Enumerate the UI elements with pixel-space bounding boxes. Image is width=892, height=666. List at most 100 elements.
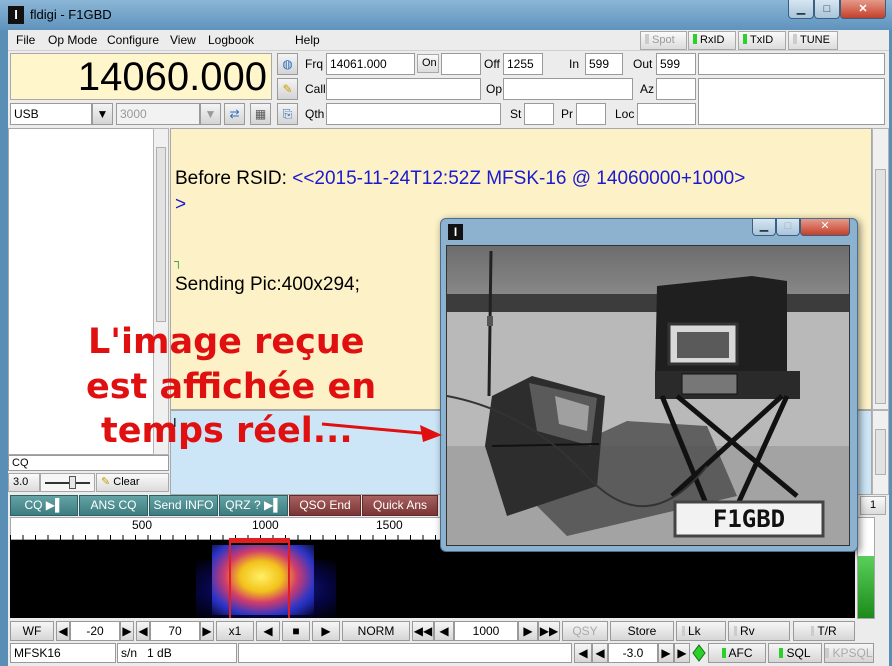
off-label[interactable]: Off bbox=[484, 57, 500, 71]
macro-ans-cq-button[interactable]: ANS CQ ▶▌ bbox=[79, 495, 148, 531]
on-button[interactable]: On bbox=[417, 54, 439, 73]
scroll-thumb[interactable] bbox=[156, 147, 166, 322]
loc-field[interactable] bbox=[637, 103, 696, 125]
close-button[interactable]: ✕ bbox=[840, 0, 886, 19]
wf-mode-button[interactable]: WF bbox=[10, 621, 54, 641]
receive-scrollbar[interactable] bbox=[872, 128, 889, 410]
frequency-display[interactable]: 14060.000 bbox=[10, 53, 272, 100]
swap-icon[interactable]: ⇄ bbox=[224, 103, 245, 125]
wf-range-decrease[interactable]: ◀ bbox=[136, 621, 150, 641]
mode-dropdown-button[interactable]: ▼ bbox=[92, 103, 113, 125]
az-field[interactable] bbox=[656, 78, 696, 100]
bandwidth-dropdown-button[interactable]: ▼ bbox=[200, 103, 221, 125]
tune-led bbox=[793, 34, 797, 44]
call-field[interactable] bbox=[326, 78, 481, 100]
title-bar[interactable] bbox=[0, 0, 892, 30]
squelch-slider[interactable] bbox=[40, 473, 95, 492]
carrier-fast-up[interactable]: ▶▶ bbox=[538, 621, 560, 641]
stop-button[interactable]: ■ bbox=[282, 621, 310, 641]
sql-toggle[interactable]: SQL bbox=[768, 643, 822, 663]
qsy-button[interactable]: QSY bbox=[562, 621, 608, 641]
picture-maximize-button[interactable]: □ bbox=[776, 219, 800, 236]
annotation-line-1: L'image reçue bbox=[88, 322, 365, 362]
maximize-button[interactable]: □ bbox=[814, 0, 840, 19]
carrier-fast-down[interactable]: ◀◀ bbox=[412, 621, 434, 641]
menu-configure[interactable]: Configure bbox=[107, 33, 159, 47]
rst-in-field[interactable]: 599 bbox=[585, 53, 623, 75]
afc-toggle[interactable]: AFC bbox=[708, 643, 766, 663]
imd-field[interactable]: -3.0 bbox=[608, 643, 658, 663]
st-field[interactable] bbox=[524, 103, 554, 125]
carrier-down[interactable]: ◀ bbox=[434, 621, 454, 641]
scroll-right-button[interactable]: ▶ bbox=[312, 621, 340, 641]
minimize-button[interactable]: ▁ bbox=[788, 0, 814, 19]
carrier-field[interactable]: 1000 bbox=[454, 621, 518, 641]
scroll-thumb[interactable] bbox=[875, 429, 886, 475]
txid-led bbox=[743, 34, 747, 44]
picture-minimize-button[interactable]: ▁ bbox=[752, 219, 776, 236]
browser-search-field[interactable]: CQ bbox=[8, 455, 169, 471]
memory-icon[interactable]: ▦ bbox=[250, 103, 271, 125]
menu-file[interactable]: File bbox=[16, 33, 35, 47]
bandwidth-select[interactable]: 3000 bbox=[116, 103, 200, 125]
zoom-button[interactable]: x1 bbox=[216, 621, 254, 641]
menu-view[interactable]: View bbox=[170, 33, 196, 47]
picture-close-button[interactable]: ✕ bbox=[800, 219, 850, 236]
globe-icon[interactable]: ◍ bbox=[277, 53, 298, 75]
az-label: Az bbox=[640, 82, 655, 96]
frq-field[interactable]: 14061.000 bbox=[326, 53, 415, 75]
notes-field[interactable] bbox=[698, 53, 885, 75]
tr-toggle[interactable]: T/R bbox=[793, 621, 855, 641]
rx-line-rsid-end: > bbox=[175, 194, 187, 215]
broom-icon[interactable]: ✎ bbox=[277, 78, 298, 100]
speed-button[interactable]: NORM bbox=[342, 621, 410, 641]
wf-low-increase[interactable]: ▶ bbox=[120, 621, 134, 641]
wf-range-increase[interactable]: ▶ bbox=[200, 621, 214, 641]
transmit-scrollbar[interactable] bbox=[872, 410, 889, 495]
status-snr: s/n 1 dB bbox=[117, 643, 237, 663]
macro-qrz-button[interactable]: QRZ ? ▶▌ bbox=[219, 495, 288, 516]
menu-logbook[interactable]: Logbook bbox=[208, 33, 254, 47]
imd-fast-down[interactable]: ◀ bbox=[574, 643, 592, 663]
macro-quick-ans-button[interactable]: Quick Ans ▶▌ bbox=[362, 495, 438, 531]
scroll-left-button[interactable]: ◀ bbox=[256, 621, 280, 641]
mode-select[interactable]: USB bbox=[10, 103, 92, 125]
rxid-toggle[interactable]: RxID bbox=[688, 31, 736, 50]
spot-toggle[interactable]: Spot bbox=[640, 31, 687, 50]
rst-out-field[interactable]: 599 bbox=[656, 53, 696, 75]
off-field[interactable]: 1255 bbox=[503, 53, 543, 75]
qth-field[interactable] bbox=[326, 103, 501, 125]
op-field[interactable] bbox=[503, 78, 633, 100]
macro-cq-button[interactable]: CQ ▶▌ bbox=[10, 495, 78, 516]
menu-op-mode[interactable]: Op Mode bbox=[48, 33, 97, 47]
macro-send-info-button[interactable]: Send INFO ▶▌ bbox=[149, 495, 218, 531]
slider-thumb[interactable] bbox=[69, 476, 76, 489]
tuning-cursor[interactable] bbox=[229, 540, 290, 618]
wf-low-field[interactable]: -20 bbox=[70, 621, 120, 641]
log-save-icon[interactable]: ⎘ bbox=[277, 103, 298, 125]
on-field[interactable] bbox=[441, 53, 481, 75]
wf-low-decrease[interactable]: ◀ bbox=[56, 621, 70, 641]
reverse-toggle[interactable]: Rv bbox=[728, 621, 790, 641]
wf-range-field[interactable]: 70 bbox=[150, 621, 200, 641]
pr-field[interactable] bbox=[576, 103, 606, 125]
macro-set-button[interactable]: 1 bbox=[860, 496, 886, 515]
lock-toggle[interactable]: Lk bbox=[676, 621, 726, 641]
txid-toggle[interactable]: TxID bbox=[738, 31, 786, 50]
macro-qso-end-button[interactable]: QSO End ▶▌ bbox=[289, 495, 361, 531]
scroll-thumb[interactable] bbox=[875, 169, 886, 404]
license-plate-text: F1GBD bbox=[712, 505, 786, 533]
clear-button[interactable]: ✎ Clear bbox=[96, 473, 169, 492]
tune-toggle[interactable]: TUNE bbox=[788, 31, 838, 50]
status-mode: MFSK16 bbox=[10, 643, 116, 663]
menu-help[interactable]: Help bbox=[295, 33, 320, 47]
squelch-value[interactable]: 3.0 bbox=[8, 473, 40, 492]
carrier-up[interactable]: ▶ bbox=[518, 621, 538, 641]
store-button[interactable]: Store bbox=[610, 621, 674, 641]
kpsql-toggle[interactable]: KPSQL bbox=[824, 643, 874, 663]
spot-led bbox=[645, 34, 649, 44]
log-notes-area[interactable] bbox=[698, 78, 885, 125]
imd-fast-up[interactable]: ▶ bbox=[674, 643, 690, 663]
imd-up[interactable]: ▶ bbox=[658, 643, 674, 663]
imd-down[interactable]: ◀ bbox=[592, 643, 608, 663]
